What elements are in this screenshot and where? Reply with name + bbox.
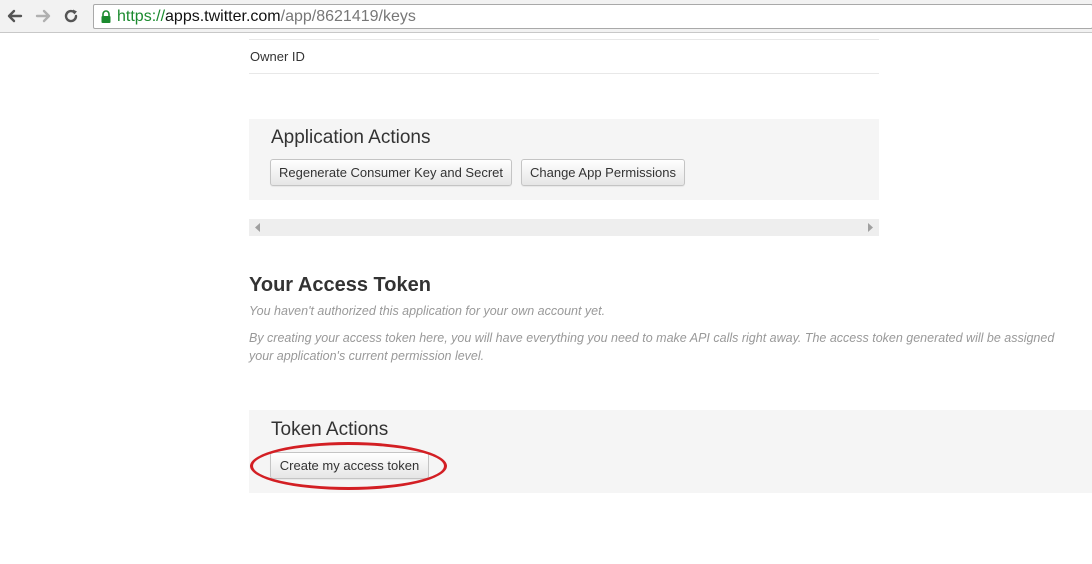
change-app-permissions-button[interactable]: Change App Permissions xyxy=(521,159,685,186)
forward-button[interactable] xyxy=(31,4,55,28)
owner-id-label: Owner ID xyxy=(250,49,305,64)
url-scheme: https:// xyxy=(117,7,166,25)
horizontal-scrollbar[interactable] xyxy=(249,219,879,236)
url-path: /app/8621419/keys xyxy=(280,7,416,25)
browser-toolbar: https://apps.twitter.com/app/8621419/key… xyxy=(0,0,1092,33)
regenerate-consumer-key-button[interactable]: Regenerate Consumer Key and Secret xyxy=(270,159,512,186)
reload-button[interactable] xyxy=(59,4,83,28)
scroll-left-arrow-icon[interactable] xyxy=(254,223,262,232)
scroll-right-arrow-icon[interactable] xyxy=(866,223,874,232)
not-authorized-text: You haven't authorized this application … xyxy=(249,304,606,318)
application-actions-title: Application Actions xyxy=(271,127,431,148)
token-actions-title: Token Actions xyxy=(271,419,389,440)
forward-arrow-icon xyxy=(35,9,51,23)
access-token-description-line2: your application's current permission le… xyxy=(249,349,485,363)
reload-icon xyxy=(64,9,78,23)
application-actions-panel: Application Actions Regenerate Consumer … xyxy=(249,119,879,200)
address-bar[interactable]: https://apps.twitter.com/app/8621419/key… xyxy=(93,4,1092,29)
owner-id-row: Owner ID xyxy=(249,39,879,74)
highlight-ellipse-annotation xyxy=(250,442,447,490)
access-token-description-line1: By creating your access token here, you … xyxy=(249,331,1055,345)
lock-icon xyxy=(99,9,113,25)
back-button[interactable] xyxy=(3,4,27,28)
access-token-heading: Your Access Token xyxy=(249,274,431,296)
back-arrow-icon xyxy=(7,9,23,23)
url-text: https://apps.twitter.com/app/8621419/key… xyxy=(117,8,416,26)
url-host: apps.twitter.com xyxy=(165,7,281,25)
